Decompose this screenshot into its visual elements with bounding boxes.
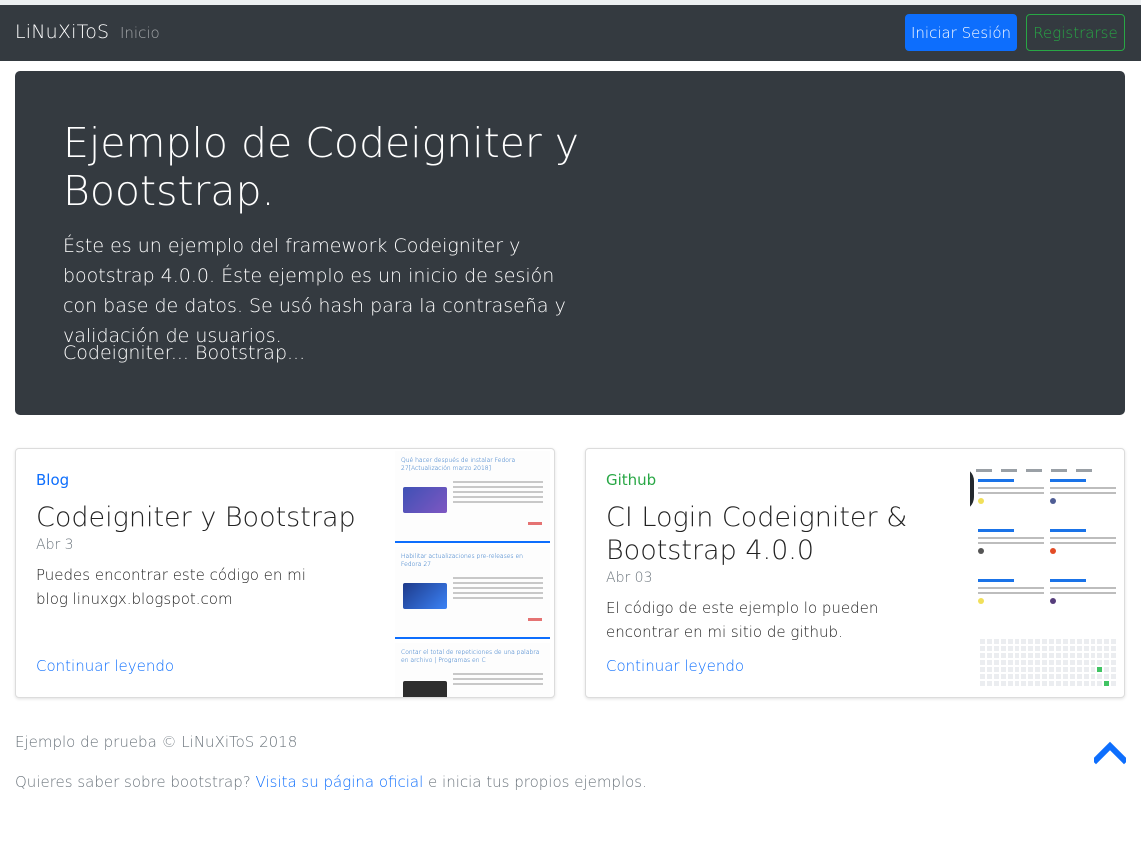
hero-subtext: Codeigniter... Bootstrap... — [63, 342, 306, 364]
thumb-post: Qué hacer después de instalar Fedora 27[… — [395, 451, 550, 543]
thumb-post-title: Habilitar actualizaciones pre-releases e… — [401, 553, 523, 568]
thumb-repo — [978, 579, 1044, 621]
footer-question: Quieres saber sobre bootstrap? — [15, 773, 251, 791]
hero-lead: Éste es un ejemplo del framework Codeign… — [63, 235, 566, 347]
continue-reading-link[interactable]: Continuar leyendo — [36, 657, 174, 675]
chevron-up-icon[interactable] — [1091, 740, 1129, 766]
thumb-repo — [1050, 479, 1116, 521]
blog-card: Blog Codeigniter y Bootstrap Abr 3 Puede… — [15, 448, 555, 698]
thumb-post-image — [403, 487, 447, 513]
thumb-readmore — [528, 522, 542, 525]
back-to-top-svg — [1091, 741, 1129, 765]
thumb-post: Contar el total de repeticiones de una p… — [395, 643, 550, 697]
github-thumbnail — [970, 451, 1120, 697]
thumb-avatar-edge — [970, 467, 974, 511]
footer-copyright: Ejemplo de prueba © LiNuXiToS 2018 — [15, 733, 298, 751]
card-date: Abr 3 — [36, 537, 74, 553]
hero-title: Ejemplo de Codeigniter y Bootstrap. — [63, 119, 580, 215]
thumb-post-lines — [453, 481, 543, 506]
github-card: Github CI Login Codeigniter & Bootstrap … — [585, 448, 1125, 698]
thumb-post-title: Qué hacer después de instalar Fedora 27[… — [401, 457, 516, 472]
thumb-post-lines — [453, 577, 543, 602]
footer-info: Quieres saber sobre bootstrap? Visita su… — [15, 773, 647, 791]
card-category: Blog — [36, 471, 70, 489]
thumb-post-title: Contar el total de repeticiones de una p… — [401, 649, 540, 664]
thumb-contribution-calendar — [980, 639, 1117, 691]
register-button[interactable]: Registrarse — [1026, 14, 1125, 51]
thumb-post-image — [403, 583, 447, 609]
thumb-repo — [978, 529, 1044, 571]
card-title: CI Login Codeigniter & Bootstrap 4.0.0 — [606, 502, 908, 566]
card-text: Puedes encontrar este código en mi blog … — [36, 566, 306, 608]
thumb-tabs — [976, 457, 1116, 472]
brand-link[interactable]: LiNuXiToS — [15, 21, 109, 43]
bootstrap-official-link[interactable]: Visita su página oficial — [255, 773, 423, 791]
card-title: Codeigniter y Bootstrap — [36, 502, 356, 533]
blog-thumbnail: Qué hacer después de instalar Fedora 27[… — [395, 451, 550, 697]
card-category: Github — [606, 471, 657, 489]
thumb-repo — [1050, 579, 1116, 621]
nav-link-inicio[interactable]: Inicio — [120, 24, 160, 42]
card-text: El código de este ejemplo lo pueden enco… — [606, 599, 879, 641]
thumb-repo — [978, 479, 1044, 521]
thumb-readmore — [528, 618, 542, 621]
continue-reading-link[interactable]: Continuar leyendo — [606, 657, 744, 675]
thumb-post: Habilitar actualizaciones pre-releases e… — [395, 547, 550, 639]
login-button[interactable]: Iniciar Sesión — [905, 14, 1017, 51]
card-date: Abr 03 — [606, 570, 653, 586]
thumb-post-image — [403, 681, 447, 697]
hero-jumbotron: Ejemplo de Codeigniter y Bootstrap. Éste… — [15, 71, 1125, 415]
thumb-post-lines — [453, 673, 543, 688]
thumb-repo — [1050, 529, 1116, 571]
navbar: LiNuXiToS Inicio Iniciar Sesión Registra… — [0, 5, 1141, 61]
footer-tail: e inicia tus propios ejemplos. — [428, 773, 647, 791]
